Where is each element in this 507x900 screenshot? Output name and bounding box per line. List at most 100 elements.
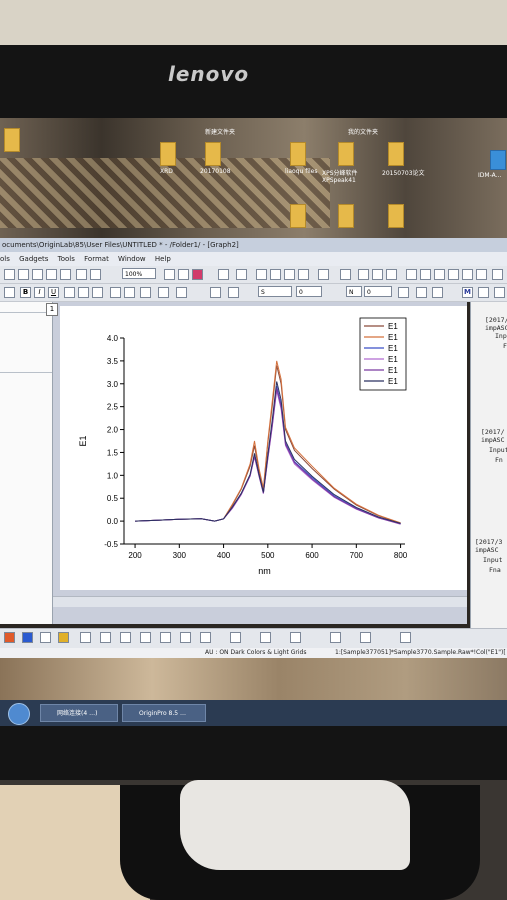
menu-item-tools-cut[interactable]: ols xyxy=(0,255,10,263)
layout-button[interactable] xyxy=(420,269,431,280)
m-button[interactable]: M xyxy=(462,287,473,298)
color-button[interactable] xyxy=(22,632,33,643)
font-color-button[interactable] xyxy=(158,287,169,298)
layout-button[interactable] xyxy=(448,269,459,280)
layer-tab[interactable]: 1 xyxy=(46,303,58,316)
layout-button[interactable] xyxy=(492,269,503,280)
toolbar-button[interactable] xyxy=(120,632,131,643)
folder-icon[interactable] xyxy=(4,128,20,152)
taskbar-item-network[interactable]: 网络连接(4 …) xyxy=(40,704,118,722)
worksheet-button[interactable] xyxy=(298,269,309,280)
folder-icon[interactable] xyxy=(205,142,221,166)
align-left-button[interactable] xyxy=(140,287,151,298)
subscript-button[interactable] xyxy=(78,287,89,298)
layout-button[interactable] xyxy=(462,269,473,280)
script-window-button[interactable] xyxy=(270,269,281,280)
desktop-icon-label: XPS分峰软件 XPSpeak41 xyxy=(322,170,358,184)
import-button[interactable] xyxy=(46,269,57,280)
pattern-button[interactable] xyxy=(416,287,427,298)
print-button[interactable] xyxy=(60,269,71,280)
results-log-panel[interactable]: [2017/ impASC Input F [2017/ impASC Inpu… xyxy=(470,302,507,632)
toolbar-button[interactable] xyxy=(58,632,69,643)
toolbar-button[interactable] xyxy=(100,632,111,643)
taskbar-item-origin[interactable]: OriginPro 8.5 … xyxy=(122,704,206,722)
line-style-select[interactable]: S xyxy=(258,286,292,297)
new-button[interactable] xyxy=(4,269,15,280)
menu-item-gadgets[interactable]: Gadgets xyxy=(19,255,48,263)
toolbar-button[interactable] xyxy=(200,632,211,643)
toolbar-button[interactable] xyxy=(140,632,151,643)
toolbar-button[interactable] xyxy=(290,632,301,643)
graph-button[interactable] xyxy=(178,269,189,280)
superscript-button[interactable] xyxy=(64,287,75,298)
line-width-select[interactable]: 0 xyxy=(296,286,322,297)
menu-item-window[interactable]: Window xyxy=(118,255,146,263)
underline-button[interactable]: U xyxy=(48,287,59,298)
toolbar-button[interactable] xyxy=(80,632,91,643)
menu-item-help[interactable]: Help xyxy=(155,255,171,263)
x-axis-label: nm xyxy=(258,566,271,576)
new-matrix-button[interactable] xyxy=(318,269,329,280)
project-explorer-button[interactable] xyxy=(256,269,267,280)
italic-button[interactable]: I xyxy=(34,287,45,298)
app-icon[interactable] xyxy=(490,150,506,170)
layout-button[interactable] xyxy=(372,269,383,280)
menu-item-format[interactable]: Format xyxy=(84,255,109,263)
pattern-button[interactable] xyxy=(398,287,409,298)
fill-pattern-select[interactable]: N xyxy=(346,286,362,297)
copy-button[interactable] xyxy=(76,269,87,280)
folder-icon[interactable] xyxy=(338,204,354,228)
toolbar-button[interactable] xyxy=(230,632,241,643)
layout-button[interactable] xyxy=(434,269,445,280)
pattern-button[interactable] xyxy=(432,287,443,298)
chart-legend[interactable]: E1 E1 E1 E1 E1 E1 xyxy=(359,317,407,391)
greek-button[interactable] xyxy=(92,287,103,298)
toolbar-button[interactable] xyxy=(260,632,271,643)
x-tick-label: 700 xyxy=(350,551,364,560)
bold-button[interactable]: B xyxy=(20,287,31,298)
refresh-button[interactable] xyxy=(164,269,175,280)
start-button[interactable] xyxy=(8,703,30,725)
toolbar-button[interactable] xyxy=(400,632,411,643)
toolbar-button[interactable] xyxy=(40,632,51,643)
folder-icon[interactable] xyxy=(290,204,306,228)
align-button[interactable] xyxy=(340,269,351,280)
horizontal-scrollbar[interactable] xyxy=(53,596,467,607)
folder-icon[interactable] xyxy=(388,204,404,228)
color-button[interactable] xyxy=(4,632,15,643)
decrease-font-button[interactable] xyxy=(124,287,135,298)
menu-item-tools[interactable]: Tools xyxy=(58,255,75,263)
chart-svg[interactable]: 200 300 400 500 600 700 800 -0.5 0.0 0.5 1.0 1.5 2.0… xyxy=(60,306,467,590)
toolbar-button[interactable] xyxy=(330,632,341,643)
font-select[interactable] xyxy=(4,287,15,298)
fill-color-button[interactable] xyxy=(228,287,239,298)
line-color-button[interactable] xyxy=(210,287,221,298)
command-window-button[interactable] xyxy=(284,269,295,280)
layer-button[interactable] xyxy=(192,269,203,280)
toolbar-button[interactable] xyxy=(180,632,191,643)
font-size-select[interactable]: 0 xyxy=(364,286,392,297)
layout-button[interactable] xyxy=(386,269,397,280)
layout-button[interactable] xyxy=(358,269,369,280)
folder-icon[interactable] xyxy=(388,142,404,166)
paste-button[interactable] xyxy=(90,269,101,280)
layout-button[interactable] xyxy=(406,269,417,280)
log-line: impASC xyxy=(475,546,499,554)
zoom-select[interactable]: 100% xyxy=(122,268,156,279)
toolbar-button[interactable] xyxy=(160,632,171,643)
code-builder-button[interactable] xyxy=(218,269,229,280)
folder-icon[interactable] xyxy=(160,142,176,166)
toolbar-button[interactable] xyxy=(494,287,505,298)
layout-button[interactable] xyxy=(476,269,487,280)
font-color-button[interactable] xyxy=(176,287,187,298)
save-button[interactable] xyxy=(32,269,43,280)
increase-font-button[interactable] xyxy=(110,287,121,298)
results-log-button[interactable] xyxy=(236,269,247,280)
toolbar-button[interactable] xyxy=(360,632,371,643)
project-explorer-panel[interactable] xyxy=(0,302,53,624)
y-tick-label: 3.0 xyxy=(107,380,119,389)
close-icon[interactable] xyxy=(478,287,489,298)
open-button[interactable] xyxy=(18,269,29,280)
folder-icon[interactable] xyxy=(290,142,306,166)
folder-icon[interactable] xyxy=(338,142,354,166)
